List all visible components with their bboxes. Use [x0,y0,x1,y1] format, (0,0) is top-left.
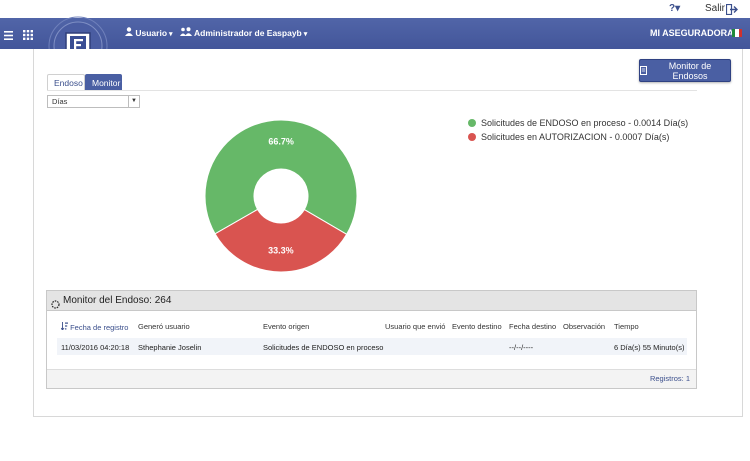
user-icon [125,27,133,36]
chevron-down-icon[interactable]: ▼ [128,96,139,107]
document-icon [640,66,647,75]
apps-grid-icon[interactable] [23,27,33,45]
period-select[interactable]: Días ▼ [47,95,140,108]
column-header-fecha-registro[interactable]: Fecha de registro [60,322,129,332]
chart-legend: Solicitudes de ENDOSO en proceso - 0.001… [468,117,698,145]
legend-dot [468,133,476,141]
admin-menu-label: Administrador de Easpayb [194,28,302,38]
tab-endoso[interactable]: Endoso [47,74,85,90]
user-menu[interactable]: Usuario ▾ [125,27,173,38]
user-menu-label: Usuario [135,28,168,38]
legend-item-endoso[interactable]: Solicitudes de ENDOSO en proceso - 0.001… [468,117,698,129]
monitor-endosos-button[interactable]: Monitor de Endosos [639,59,731,82]
column-header-observacion[interactable]: Observación [563,322,605,331]
tab-divider [47,90,697,91]
column-header-evento-origen[interactable]: Evento origen [263,322,309,331]
column-header-evento-destino[interactable]: Evento destino [452,322,502,331]
brand-name: MI ASEGURADORA [650,28,734,38]
column-header-genero-usuario[interactable]: Generó usuario [138,322,190,331]
main-navbar: Usuario ▾ Administrador de Easpayb ▾ MI AS… [0,16,750,76]
monitor-table-box: Monitor del Endoso: 264 Fecha de registr… [46,290,697,389]
donut-chart: 66.7% 33.3% [204,119,358,273]
cell-evento-origen: Solicitudes de ENDOSO en proceso [263,343,384,352]
tab-monitor[interactable]: Monitor [85,74,122,90]
column-header-tiempo[interactable]: Tiempo [614,322,639,331]
app-root: ?▾ Salir Usuario ▾ Administrador de Easp… [0,0,750,461]
refresh-icon[interactable] [51,296,60,314]
table-header-bar: Monitor del Endoso: 264 [47,291,696,311]
period-select-value: Días [52,97,68,106]
legend-label-endoso: Solicitudes de ENDOSO en proceso - 0.001… [481,118,689,128]
column-header-usuario-envio[interactable]: Usuario que envió [385,322,445,331]
table-footer: Registros: 1 [47,369,696,388]
monitor-table-title: Monitor del Endoso: 264 [63,295,172,306]
utility-bar: ?▾ Salir [0,0,750,18]
sort-icon [60,322,68,331]
record-count: Registros: 1 [649,374,690,383]
admin-menu[interactable]: Administrador de Easpayb ▾ [180,27,307,38]
users-group-icon [180,27,192,36]
cell-genero-usuario: Sthephanie Joselin [138,343,202,352]
donut-slice-label-1: 33.3% [268,245,294,255]
legend-label-autorizacion: Solicitudes en AUTORIZACION - 0.0007 Día… [481,132,670,142]
legend-item-autorizacion[interactable]: Solicitudes en AUTORIZACION - 0.0007 Día… [468,131,698,143]
cell-fecha-registro: 11/03/2016 04:20:18 [61,343,130,352]
monitor-endosos-button-label: Monitor de Endosos [668,60,712,81]
cell-tiempo: 6 Día(s) 55 Minuto(s) [614,343,685,352]
column-header-fecha-destino[interactable]: Fecha destino [509,322,556,331]
donut-slice-label-0: 66.7% [268,137,294,147]
help-icon[interactable]: ?▾ [669,3,680,14]
logout-link[interactable]: Salir [705,3,725,14]
legend-dot [468,119,476,127]
cell-fecha-destino: --/--/---- [509,343,534,352]
column-header-label: Fecha de registro [70,323,129,332]
hamburger-menu-icon[interactable] [4,27,13,45]
mexico-flag-icon[interactable] [732,29,742,37]
